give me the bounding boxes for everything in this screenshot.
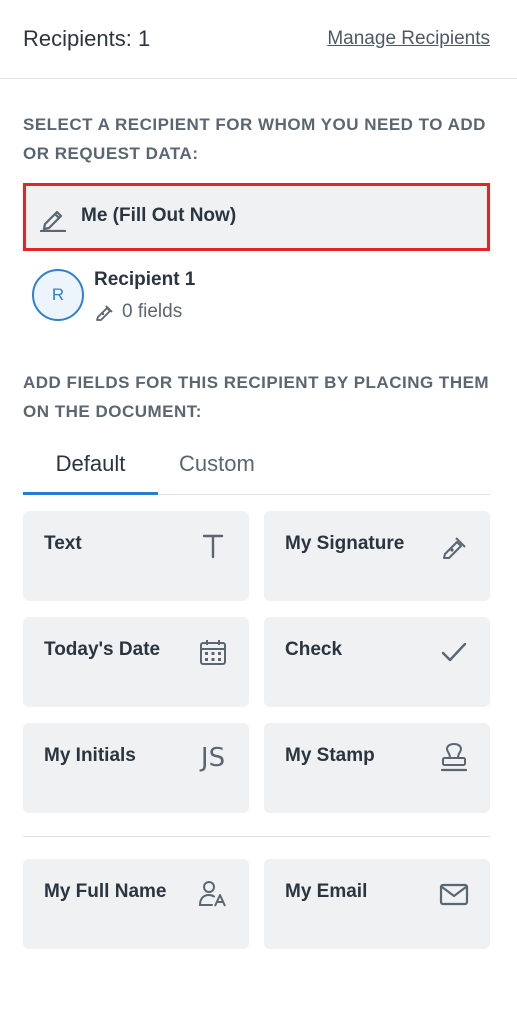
stamp-icon [438, 742, 470, 774]
field-label: Text [44, 533, 82, 554]
field-tabs: Default Custom [23, 445, 490, 495]
tab-default[interactable]: Default [23, 451, 158, 495]
recipient-avatar: R [32, 269, 84, 321]
calendar-icon [197, 636, 229, 668]
me-fill-out-now-option[interactable]: Me (Fill Out Now) [23, 183, 490, 251]
field-my-initials[interactable]: My Initials JS [23, 723, 249, 813]
field-label: My Full Name [44, 881, 167, 902]
checkmark-icon [438, 636, 470, 668]
person-name-icon [197, 878, 229, 910]
field-label: My Stamp [285, 745, 375, 766]
field-my-email[interactable]: My Email [264, 859, 490, 949]
field-label: Today's Date [44, 639, 161, 660]
signature-pen-icon [94, 302, 114, 322]
recipient-fields-count: 0 fields [122, 301, 183, 322]
recipients-header: Recipients: 1 Manage Recipients [0, 0, 517, 79]
me-option-label: Me (Fill Out Now) [81, 205, 237, 226]
pen-icon [39, 204, 67, 233]
field-label: My Email [285, 881, 368, 902]
field-text[interactable]: Text [23, 511, 249, 601]
recipient-name: Recipient 1 [94, 269, 196, 290]
select-recipient-label: SELECT A RECIPIENT FOR WHOM YOU NEED TO … [23, 115, 486, 163]
recipients-count-title: Recipients: 1 [23, 26, 151, 51]
add-fields-label: ADD FIELDS FOR THIS RECIPIENT BY PLACING… [23, 373, 490, 421]
signature-pen-icon [438, 530, 470, 562]
tab-custom[interactable]: Custom [179, 451, 279, 495]
field-label: Check [285, 639, 343, 660]
field-label: My Initials [44, 745, 136, 766]
initials-js-icon: JS [200, 743, 226, 773]
envelope-icon [438, 878, 470, 910]
field-label: My Signature [285, 533, 405, 554]
field-my-stamp[interactable]: My Stamp [264, 723, 490, 813]
text-t-icon [197, 530, 229, 562]
manage-recipients-link[interactable]: Manage Recipients [327, 28, 490, 50]
field-my-signature[interactable]: My Signature [264, 511, 490, 601]
field-todays-date[interactable]: Today's Date [23, 617, 249, 707]
recipient-1-option[interactable]: R Recipient 1 0 fields [30, 262, 490, 328]
section-divider [23, 836, 490, 837]
field-my-full-name[interactable]: My Full Name [23, 859, 249, 949]
field-check[interactable]: Check [264, 617, 490, 707]
